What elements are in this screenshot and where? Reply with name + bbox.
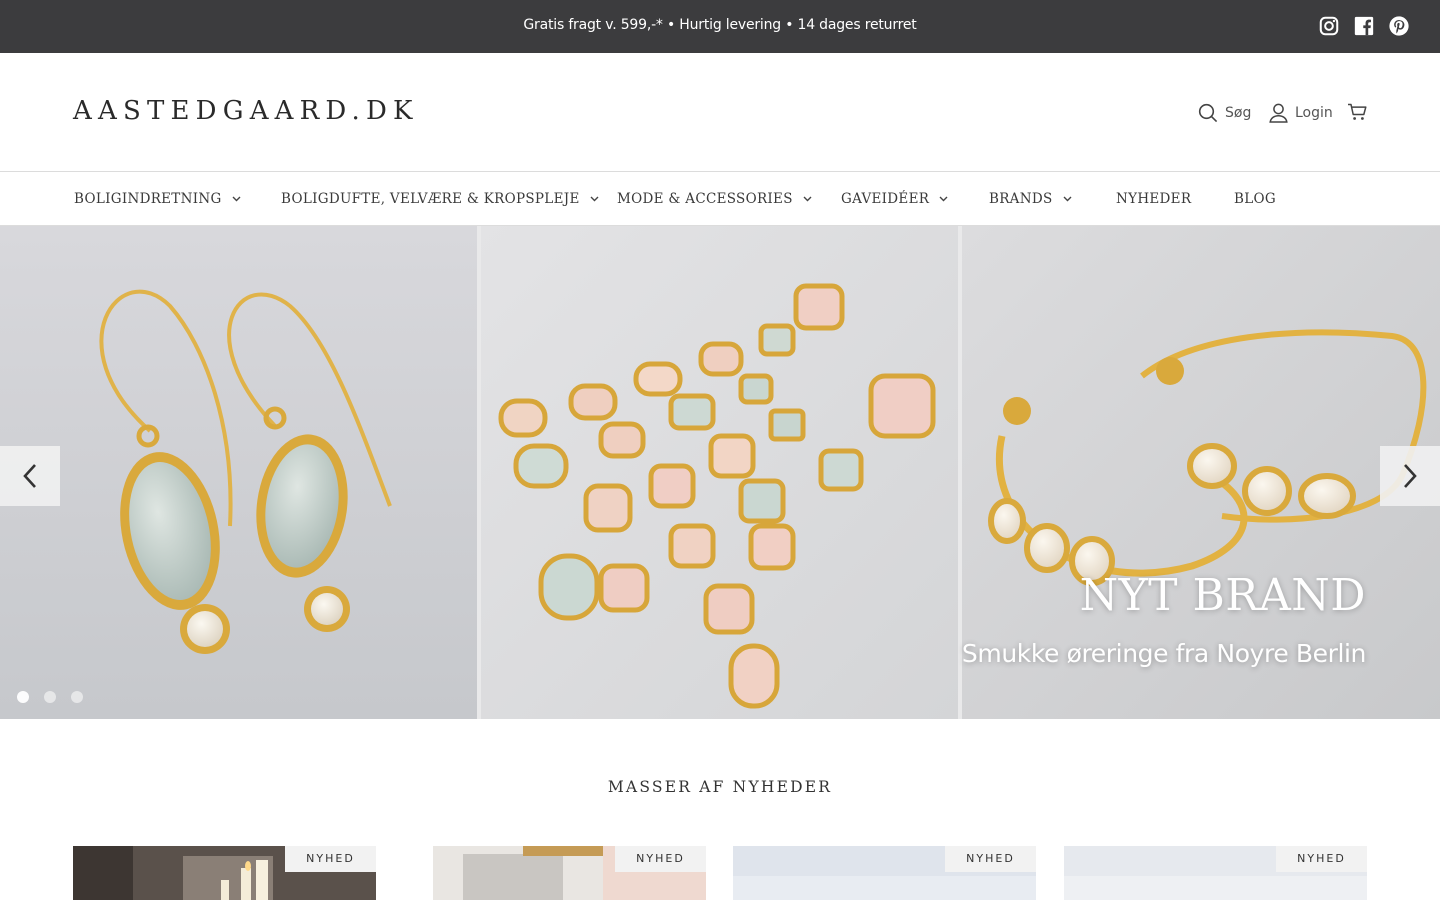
announcement-bar: Gratis fragt v. 599,-* • Hurtig levering… <box>0 0 1440 53</box>
product-card[interactable]: NYHED <box>73 846 376 900</box>
chevron-down-icon <box>939 196 948 202</box>
chevron-right-icon <box>1404 464 1417 488</box>
slide-next-button[interactable] <box>1380 446 1440 506</box>
chevron-down-icon <box>590 196 599 202</box>
announcement-text: Gratis fragt v. 599,-* • Hurtig levering… <box>523 17 917 33</box>
product-badge: NYHED <box>285 846 376 872</box>
chevron-down-icon <box>1063 196 1072 202</box>
facebook-icon[interactable] <box>1353 15 1375 37</box>
nav-label: BOLIGINDRETNING <box>74 191 222 207</box>
nav-item-boligindretning[interactable]: BOLIGINDRETNING <box>74 191 241 207</box>
user-icon <box>1269 103 1288 123</box>
search-label: Søg <box>1225 105 1252 121</box>
nav-item-boligdufte[interactable]: BOLIGDUFTE, VELVÆRE & KROPSPLEJE <box>281 191 599 207</box>
chevron-down-icon <box>803 196 812 202</box>
cart-button[interactable] <box>1347 103 1367 121</box>
chevron-left-icon <box>23 464 36 488</box>
instagram-icon[interactable] <box>1318 15 1340 37</box>
login-button[interactable]: Login <box>1269 103 1333 123</box>
main-nav: BOLIGINDRETNING BOLIGDUFTE, VELVÆRE & KR… <box>0 172 1440 226</box>
product-badge: NYHED <box>1276 846 1367 872</box>
hero-slideshow: NYT BRAND Smukke øreringe fra Noyre Berl… <box>0 226 1440 719</box>
pinterest-icon[interactable] <box>1388 15 1410 37</box>
product-card[interactable]: NYHED <box>733 846 1036 900</box>
nav-item-mode[interactable]: MODE & ACCESSORIES <box>617 191 812 207</box>
product-card[interactable]: NYHED <box>1064 846 1367 900</box>
hero-title: NYT BRAND <box>1079 570 1366 621</box>
nav-item-gaveideer[interactable]: GAVEIDÉER <box>841 191 948 207</box>
hero-subtitle: Smukke øreringe fra Noyre Berlin <box>961 639 1366 668</box>
slide-indicators <box>17 691 83 703</box>
site-logo[interactable]: AASTEDGAARD.DK <box>73 96 419 126</box>
slide-dot-3[interactable] <box>71 691 83 703</box>
nav-label: NYHEDER <box>1116 191 1192 207</box>
nav-label: BRANDS <box>989 191 1053 207</box>
section-title-nyheder: MASSER AF NYHEDER <box>607 778 833 796</box>
nav-label: BOLIGDUFTE, VELVÆRE & KROPSPLEJE <box>281 191 580 207</box>
chevron-down-icon <box>232 196 241 202</box>
product-badge: NYHED <box>615 846 706 872</box>
slide-dot-2[interactable] <box>44 691 56 703</box>
search-icon <box>1198 103 1218 123</box>
nav-label: MODE & ACCESSORIES <box>617 191 793 207</box>
product-card[interactable]: NYHED <box>403 846 706 900</box>
nav-item-blog[interactable]: BLOG <box>1234 191 1276 207</box>
slide-dot-1[interactable] <box>17 691 29 703</box>
site-header: AASTEDGAARD.DK Søg Login <box>0 53 1440 172</box>
hero-image-cascade-earrings <box>481 226 958 719</box>
cart-icon <box>1348 103 1367 120</box>
product-badge: NYHED <box>945 846 1036 872</box>
hero-image-earrings-aquamarine <box>0 226 477 719</box>
slide-prev-button[interactable] <box>0 446 60 506</box>
nav-label: BLOG <box>1234 191 1276 207</box>
login-label: Login <box>1295 105 1333 121</box>
nav-label: GAVEIDÉER <box>841 191 930 207</box>
nav-item-nyheder[interactable]: NYHEDER <box>1116 191 1191 207</box>
search-button[interactable]: Søg <box>1198 103 1251 123</box>
nav-item-brands[interactable]: BRANDS <box>989 191 1072 207</box>
